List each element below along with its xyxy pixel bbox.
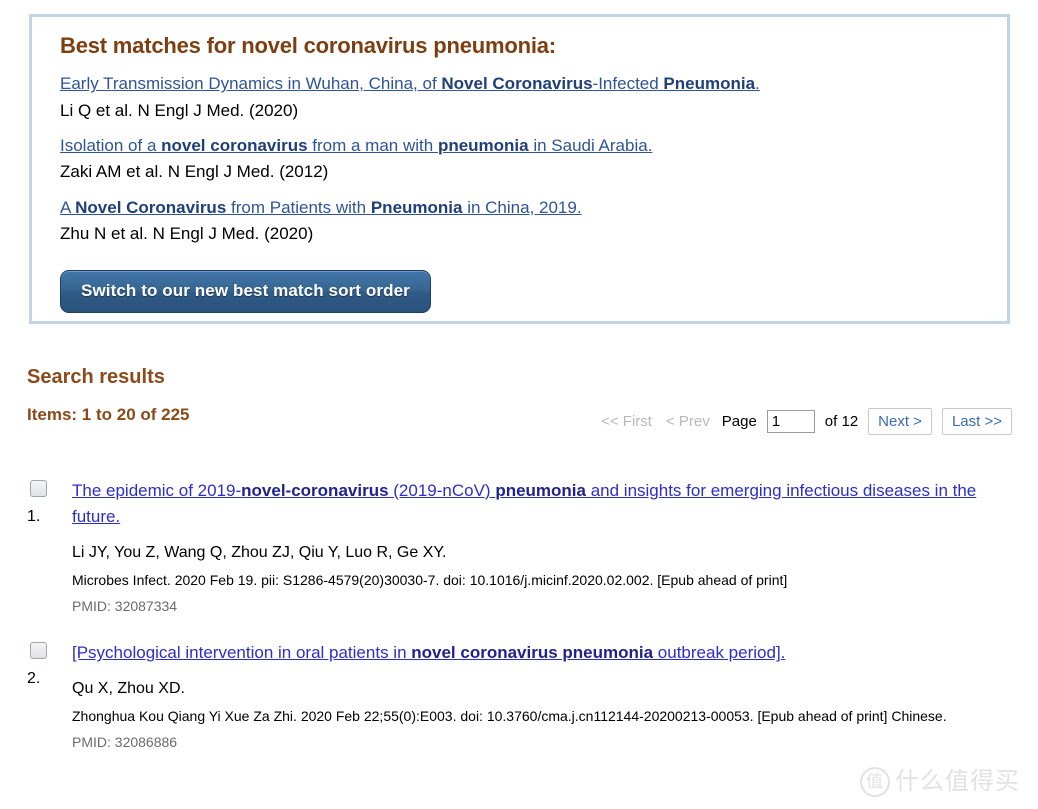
- best-match-citation: Zaki AM et al. N Engl J Med. (2012): [60, 162, 329, 182]
- result-source-citation: Zhonghua Kou Qiang Yi Xue Za Zhi. 2020 F…: [72, 708, 947, 725]
- best-match-entry: Isolation of a novel coronavirus from a …: [60, 133, 1007, 186]
- title-text: in Saudi Arabia.: [528, 135, 653, 155]
- result-pmid: PMID: 32087334: [72, 598, 178, 615]
- result-title-link[interactable]: [Psychological intervention in oral pati…: [72, 643, 785, 662]
- highlighted-term: pneumonia: [495, 481, 586, 500]
- highlighted-term: Novel Coronavirus: [441, 74, 593, 94]
- pager-last-button[interactable]: Last >>: [941, 408, 1012, 435]
- highlighted-term: novel coronavirus pneumonia: [411, 643, 654, 663]
- pager-next-button[interactable]: Next >: [868, 408, 932, 435]
- watermark-text: 什么值得买: [895, 767, 1020, 795]
- title-text: [Psychological intervention in oral pati…: [72, 643, 412, 663]
- title-text: from Patients with: [226, 197, 371, 217]
- watermark: 值什么值得买: [860, 761, 1020, 797]
- best-match-title-link[interactable]: A Novel Coronavirus from Patients with P…: [60, 198, 582, 217]
- pager-page-input[interactable]: [766, 410, 815, 433]
- watermark-logo-icon: 值: [860, 767, 890, 797]
- pager-total-pages-label: of 12: [824, 413, 859, 430]
- best-match-citation: Zhu N et al. N Engl J Med. (2020): [60, 224, 314, 244]
- result-select-checkbox[interactable]: [30, 642, 47, 660]
- result-body: [Psychological intervention in oral pati…: [72, 640, 1012, 750]
- pager-page-label: Page: [721, 413, 757, 430]
- result-gutter: 1.: [27, 478, 72, 614]
- best-match-citation: Li Q et al. N Engl J Med. (2020): [60, 100, 299, 120]
- title-text: outbreak period].: [653, 643, 786, 663]
- title-text: Isolation of a: [60, 135, 162, 155]
- search-results-list: 1. The epidemic of 2019-novel-coronavirus…: [27, 478, 1012, 776]
- title-text: A: [60, 197, 76, 217]
- title-text: in China, 2019.: [462, 197, 582, 217]
- highlighted-term: Novel Coronavirus: [75, 197, 227, 217]
- highlighted-term: pneumonia: [437, 135, 529, 155]
- best-matches-entry-list: Early Transmission Dynamics in Wuhan, Ch…: [60, 71, 1007, 247]
- result-gutter: 2.: [27, 640, 72, 750]
- highlighted-term: novel-coronavirus: [241, 481, 389, 500]
- pager-first-button: << First: [601, 413, 652, 430]
- best-match-entry: Early Transmission Dynamics in Wuhan, Ch…: [60, 71, 1007, 124]
- switch-best-match-sort-button[interactable]: Switch to our new best match sort order: [60, 270, 431, 314]
- best-match-title-link[interactable]: Isolation of a novel coronavirus from a …: [60, 136, 652, 155]
- result-pmid: PMID: 32086886: [72, 734, 178, 751]
- best-match-entry: A Novel Coronavirus from Patients with P…: [60, 195, 1007, 248]
- title-text: Early Transmission Dynamics in Wuhan, Ch…: [60, 74, 442, 94]
- title-text: -Infected: [592, 74, 664, 94]
- result-body: The epidemic of 2019-novel-coronavirus (…: [72, 478, 1012, 614]
- result-item: 1. The epidemic of 2019-novel-coronavirus…: [27, 478, 1012, 614]
- best-matches-panel: Best matches for novel coronavirus pneum…: [29, 14, 1010, 324]
- result-source-citation: Microbes Infect. 2020 Feb 19. pii: S1286…: [72, 572, 788, 589]
- result-index-label: 2.: [27, 670, 41, 688]
- best-match-title-link[interactable]: Early Transmission Dynamics in Wuhan, Ch…: [60, 74, 760, 93]
- result-authors: Qu X, Zhou XD.: [72, 679, 185, 697]
- result-index-label: 1.: [27, 508, 41, 525]
- items-count-label: Items: 1 to 20 of 225: [27, 405, 190, 424]
- result-title-link[interactable]: The epidemic of 2019-novel-coronavirus (…: [72, 481, 976, 526]
- title-text: (2019-nCoV): [388, 481, 496, 500]
- pagination-controls: << First < Prev Page of 12 Next > Last >…: [599, 408, 1012, 435]
- title-text: The epidemic of 2019-: [72, 481, 242, 500]
- result-authors: Li JY, You Z, Wang Q, Zhou ZJ, Qiu Y, Lu…: [72, 543, 447, 561]
- pager-prev-button: < Prev: [665, 413, 710, 430]
- result-select-checkbox[interactable]: [30, 480, 47, 497]
- result-item: 2. [Psychological intervention in oral pa…: [27, 640, 1012, 750]
- title-text: from a man with: [307, 135, 438, 155]
- search-results-heading: Search results: [27, 366, 165, 388]
- highlighted-term: Pneumonia: [663, 74, 756, 94]
- title-text: .: [755, 74, 760, 94]
- best-matches-heading: Best matches for novel coronavirus pneum…: [60, 33, 556, 58]
- highlighted-term: Pneumonia: [370, 197, 463, 217]
- highlighted-term: novel coronavirus: [161, 135, 308, 155]
